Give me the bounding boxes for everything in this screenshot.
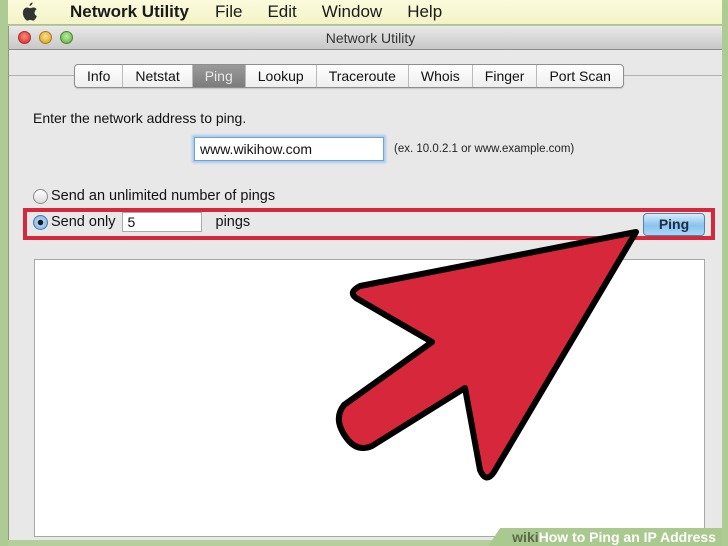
ping-output-area[interactable] <box>34 259 705 537</box>
tab-lookup[interactable]: Lookup <box>246 65 317 87</box>
watermark-brand: wiki <box>512 529 539 545</box>
limited-pings-label: Send only <box>51 214 116 230</box>
menu-window[interactable]: Window <box>322 2 382 22</box>
tab-ping[interactable]: Ping <box>192 65 246 87</box>
address-hint: (ex. 10.0.2.1 or www.example.com) <box>394 143 575 155</box>
tab-bar: Info Netstat Ping Lookup Traceroute Whoi… <box>74 64 624 88</box>
menu-edit[interactable]: Edit <box>267 2 296 22</box>
ping-button[interactable]: Ping <box>643 213 705 236</box>
tab-netstat[interactable]: Netstat <box>123 65 193 87</box>
network-utility-window: Network Utility Info Netstat Ping Lookup… <box>8 26 722 540</box>
unlimited-pings-label: Send an unlimited number of pings <box>51 188 276 204</box>
address-prompt: Enter the network address to ping. <box>33 110 247 126</box>
menu-help[interactable]: Help <box>407 2 442 22</box>
window-title: Network Utility <box>325 30 416 46</box>
limited-pings-radio[interactable] <box>33 214 48 230</box>
tab-port-scan[interactable]: Port Scan <box>537 65 622 87</box>
pings-suffix-label: pings <box>215 214 251 230</box>
page-frame-left <box>0 0 8 546</box>
ping-count-input[interactable]: 5 <box>121 212 202 232</box>
watermark-title: How to Ping an IP Address <box>538 529 716 545</box>
page-frame-right <box>722 0 728 546</box>
tab-info[interactable]: Info <box>75 65 124 87</box>
tab-finger[interactable]: Finger <box>473 65 538 87</box>
unlimited-pings-radio[interactable] <box>33 188 48 204</box>
menu-bar: Network Utility File Edit Window Help <box>8 0 722 25</box>
unlimited-pings-option[interactable]: Send an unlimited number of pings <box>33 188 275 204</box>
network-address-input[interactable]: www.wikihow.com <box>194 137 384 161</box>
menu-app-name[interactable]: Network Utility <box>70 2 189 22</box>
tab-traceroute[interactable]: Traceroute <box>317 65 409 87</box>
menu-file[interactable]: File <box>215 2 242 22</box>
apple-menu-icon[interactable] <box>20 2 40 22</box>
limited-pings-option[interactable]: Send only 5 pings <box>33 212 250 232</box>
title-bar[interactable]: Network Utility <box>9 26 722 50</box>
tab-whois[interactable]: Whois <box>409 65 473 87</box>
wikihow-watermark: wikiHow to Ping an IP Address <box>488 528 722 546</box>
